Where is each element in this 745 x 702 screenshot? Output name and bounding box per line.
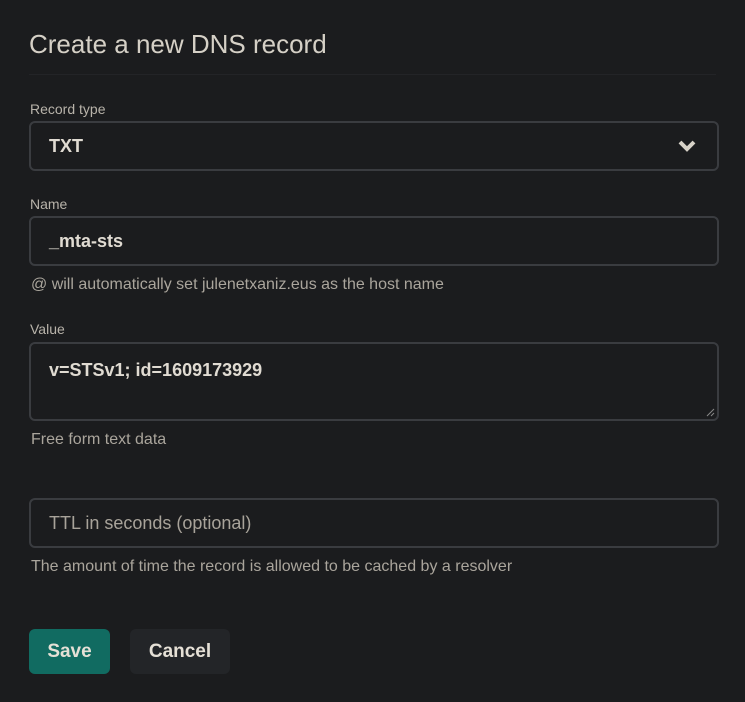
ttl-placeholder: TTL in seconds (optional) — [49, 512, 252, 533]
value-textarea[interactable]: v=STSv1; id=1609173929 — [29, 342, 719, 421]
chevron-down-icon — [678, 140, 696, 152]
ttl-input[interactable]: TTL in seconds (optional) — [29, 498, 719, 548]
save-button[interactable]: Save — [29, 629, 110, 674]
name-label: Name — [30, 196, 68, 212]
record-type-label: Record type — [30, 101, 106, 117]
value-text: v=STSv1; id=1609173929 — [49, 360, 263, 380]
name-input[interactable]: _mta-sts — [29, 216, 719, 266]
resize-handle-icon[interactable] — [705, 407, 715, 417]
cancel-button[interactable]: Cancel — [130, 629, 230, 674]
value-label: Value — [30, 321, 65, 337]
record-type-value: TXT — [49, 135, 83, 156]
page-title: Create a new DNS record — [29, 29, 327, 59]
record-type-select[interactable]: TXT — [29, 121, 719, 171]
name-help: @ will automatically set julenetxaniz.eu… — [31, 276, 444, 293]
ttl-help: The amount of time the record is allowed… — [31, 558, 513, 575]
divider — [29, 74, 716, 75]
name-value: _mta-sts — [49, 230, 124, 251]
value-help: Free form text data — [31, 431, 167, 448]
